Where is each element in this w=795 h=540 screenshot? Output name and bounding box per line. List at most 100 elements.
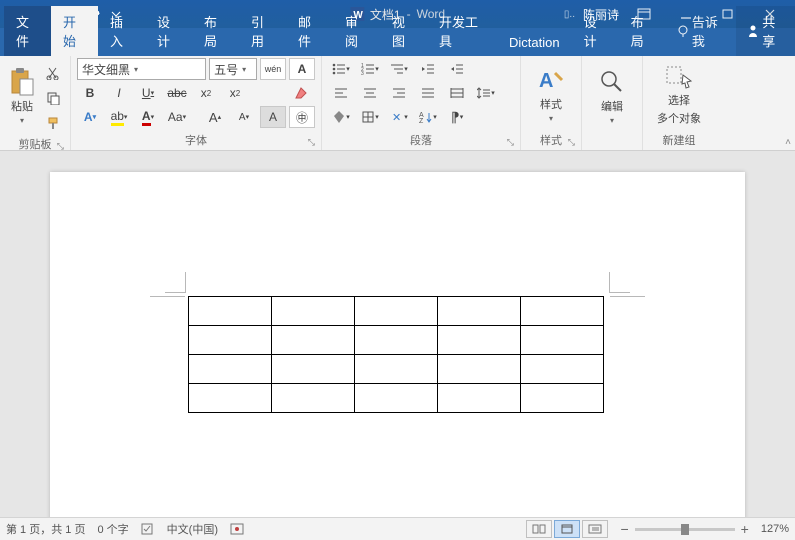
character-shading-button[interactable]: A — [260, 106, 286, 128]
word-count[interactable]: 0 个字 — [97, 521, 128, 537]
zoom-in-icon[interactable]: + — [741, 521, 749, 537]
svg-text:Z: Z — [419, 118, 424, 123]
read-mode-icon[interactable] — [526, 520, 552, 538]
zoom-level[interactable]: 127% — [761, 523, 789, 535]
group-label: 新建组 — [663, 135, 696, 147]
zoom-track[interactable] — [635, 528, 735, 531]
tab-table-design[interactable]: 设计 — [572, 6, 619, 56]
decrease-indent-button[interactable] — [415, 58, 441, 80]
page-number[interactable]: 第 1 页，共 1 页 — [6, 521, 85, 537]
format-painter-icon[interactable] — [40, 112, 66, 134]
italic-button[interactable]: I — [106, 82, 132, 104]
styles-button[interactable]: A 样式▾ — [527, 62, 575, 127]
svg-text:✕: ✕ — [392, 112, 401, 124]
numbering-button[interactable]: 123▾ — [357, 58, 383, 80]
tell-me[interactable]: 告诉我 — [666, 6, 736, 56]
sort-button[interactable]: AZ▾ — [415, 106, 441, 128]
dialog-launcher-icon[interactable]: ⤡ — [507, 137, 514, 148]
character-border-button[interactable]: A — [289, 58, 315, 80]
tab-developer[interactable]: 开发工具 — [427, 6, 497, 56]
svg-text:A: A — [539, 70, 553, 92]
paste-icon — [8, 68, 36, 96]
group-label: 剪贴板 — [19, 139, 52, 151]
font-color-button[interactable]: A▾ — [135, 106, 161, 128]
tab-layout[interactable]: 布局 — [192, 6, 239, 56]
dialog-launcher-icon[interactable]: ⤡ — [308, 137, 315, 148]
justify-button[interactable] — [415, 82, 441, 104]
table-row — [189, 384, 604, 413]
asian-layout-button[interactable]: ✕▾ — [386, 106, 412, 128]
shading-button[interactable]: ▾ — [328, 106, 354, 128]
select-objects-button[interactable]: 选择 多个对象 — [650, 58, 708, 130]
font-name-select[interactable]: 华文细黑▾ — [77, 58, 206, 80]
margin-corner — [609, 272, 630, 293]
change-case-button[interactable]: Aa▾ — [164, 106, 190, 128]
tab-review[interactable]: 审阅 — [333, 6, 380, 56]
superscript-button[interactable]: x2 — [222, 82, 248, 104]
language[interactable]: 中文(中国) — [167, 521, 218, 537]
grow-font-button[interactable]: A▴ — [202, 106, 228, 128]
tab-design[interactable]: 设计 — [145, 6, 192, 56]
margin-line — [610, 296, 645, 297]
bullets-button[interactable]: ▾ — [328, 58, 354, 80]
tab-references[interactable]: 引用 — [239, 6, 286, 56]
strikethrough-button[interactable]: abc — [164, 82, 190, 104]
tab-table-layout[interactable]: 布局 — [619, 6, 666, 56]
group-font: 华文细黑▾ 五号▾ wén A B I U▾ abc x2 x2 A▾ ab▾ … — [71, 56, 322, 150]
bold-button[interactable]: B — [77, 82, 103, 104]
tab-home[interactable]: 开始 — [51, 6, 98, 56]
group-label: 样式 — [540, 135, 562, 147]
group-new: 选择 多个对象 新建组 — [643, 56, 715, 150]
ribbon: 粘贴 ▾ 剪贴板⤡ 华文细黑▾ 五号▾ wén A B I U▾ ab — [0, 56, 795, 151]
align-right-button[interactable] — [386, 82, 412, 104]
group-styles: A 样式▾ 样式 ⤡ — [521, 56, 582, 150]
paste-button[interactable]: 粘贴 ▾ — [6, 58, 38, 134]
web-layout-icon[interactable] — [582, 520, 608, 538]
view-buttons — [526, 520, 608, 538]
svg-text:3: 3 — [361, 71, 364, 75]
zoom-out-icon[interactable]: − — [620, 521, 628, 537]
increase-indent-button[interactable] — [444, 58, 470, 80]
multilevel-list-button[interactable]: ▾ — [386, 58, 412, 80]
document-table[interactable] — [188, 296, 604, 413]
share-button[interactable]: 共享 — [736, 6, 795, 56]
tab-view[interactable]: 视图 — [380, 6, 427, 56]
margin-line — [150, 296, 185, 297]
distributed-button[interactable] — [444, 82, 470, 104]
spell-check-icon[interactable] — [141, 522, 155, 536]
tab-mailings[interactable]: 邮件 — [286, 6, 333, 56]
enclose-characters-button[interactable]: ㊥ — [289, 106, 315, 128]
align-center-button[interactable] — [357, 82, 383, 104]
highlight-button[interactable]: ab▾ — [106, 106, 132, 128]
text-effects-button[interactable]: A▾ — [77, 106, 103, 128]
editing-button[interactable]: 编辑▾ — [588, 64, 636, 129]
tab-dictation[interactable]: Dictation — [497, 29, 572, 56]
borders-button[interactable]: ▾ — [357, 106, 383, 128]
print-layout-icon[interactable] — [554, 520, 580, 538]
font-size-select[interactable]: 五号▾ — [209, 58, 257, 80]
macro-icon[interactable] — [230, 523, 244, 535]
align-left-button[interactable] — [328, 82, 354, 104]
line-spacing-button[interactable]: ▾ — [473, 82, 499, 104]
copy-icon[interactable] — [40, 87, 66, 109]
group-label: 字体 — [185, 135, 207, 147]
select-objects-icon — [665, 62, 693, 90]
shrink-font-button[interactable]: A▾ — [231, 106, 257, 128]
clear-formatting-icon[interactable] — [289, 82, 315, 104]
show-marks-button[interactable]: ⁋▾ — [444, 106, 470, 128]
group-editing: 编辑▾ — [582, 56, 643, 150]
tab-file[interactable]: 文件 — [4, 6, 51, 56]
group-label: 段落 — [410, 135, 432, 147]
tab-insert[interactable]: 插入 — [98, 6, 145, 56]
table-row — [189, 297, 604, 326]
dialog-launcher-icon[interactable]: ⤡ — [568, 137, 575, 148]
phonetic-guide-button[interactable]: wén — [260, 58, 286, 80]
page[interactable] — [50, 172, 745, 518]
margin-corner — [165, 272, 186, 293]
collapse-ribbon-icon[interactable]: ˄ — [785, 137, 791, 148]
zoom-slider[interactable]: − + — [620, 521, 748, 537]
underline-button[interactable]: U▾ — [135, 82, 161, 104]
cut-icon[interactable] — [40, 62, 66, 84]
dialog-launcher-icon[interactable]: ⤡ — [57, 141, 64, 152]
subscript-button[interactable]: x2 — [193, 82, 219, 104]
